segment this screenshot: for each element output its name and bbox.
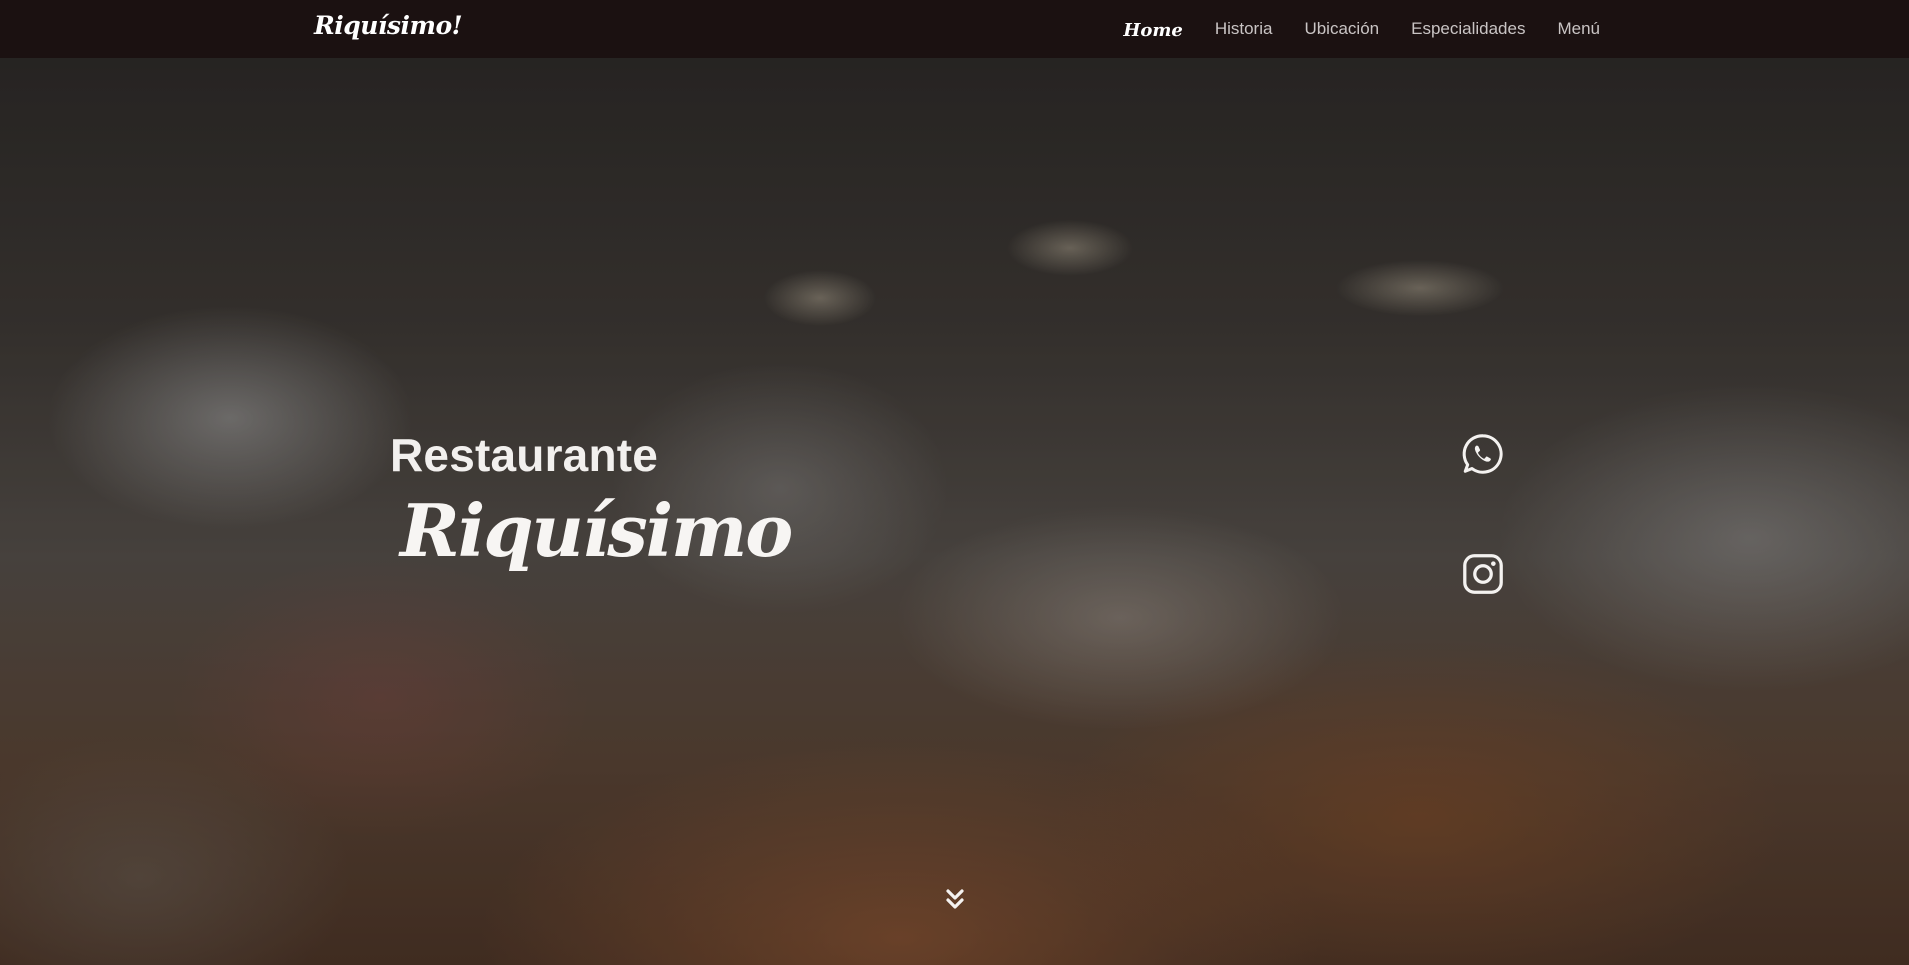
whatsapp-icon bbox=[1462, 434, 1503, 474]
nav-link-especialidades[interactable]: Especialidades bbox=[1411, 19, 1525, 39]
hero-background bbox=[0, 58, 1909, 965]
hero-section: Restaurante Riquísimo bbox=[0, 58, 1909, 965]
nav-link-historia[interactable]: Historia bbox=[1215, 19, 1273, 39]
nav-link-menu[interactable]: Menú bbox=[1557, 19, 1600, 39]
nav-item-especialidades: Especialidades bbox=[1411, 19, 1525, 39]
nav-link-ubicacion[interactable]: Ubicación bbox=[1304, 19, 1379, 39]
nav-item-home: Home bbox=[1123, 17, 1183, 41]
instagram-link[interactable] bbox=[1460, 551, 1506, 597]
nav-item-ubicacion: Ubicación bbox=[1304, 19, 1379, 39]
nav-item-menu: Menú bbox=[1557, 19, 1600, 39]
scroll-down-button[interactable] bbox=[945, 888, 965, 912]
hero-restaurant-name: Riquísimo bbox=[400, 488, 793, 573]
nav-menu: Home Historia Ubicación Especialidades M… bbox=[1123, 0, 1600, 58]
instagram-icon bbox=[1463, 554, 1503, 594]
nav-link-home[interactable]: Home bbox=[1123, 20, 1183, 41]
navbar: Riquísimo! Home Historia Ubicación Espec… bbox=[0, 0, 1909, 58]
double-chevron-down-icon bbox=[946, 889, 964, 909]
page: Riquísimo! Home Historia Ubicación Espec… bbox=[0, 0, 1909, 965]
whatsapp-link[interactable] bbox=[1460, 431, 1506, 477]
nav-item-historia: Historia bbox=[1215, 19, 1273, 39]
brand-logo[interactable]: Riquísimo! bbox=[314, 11, 463, 40]
hero-title: Restaurante bbox=[390, 429, 659, 481]
